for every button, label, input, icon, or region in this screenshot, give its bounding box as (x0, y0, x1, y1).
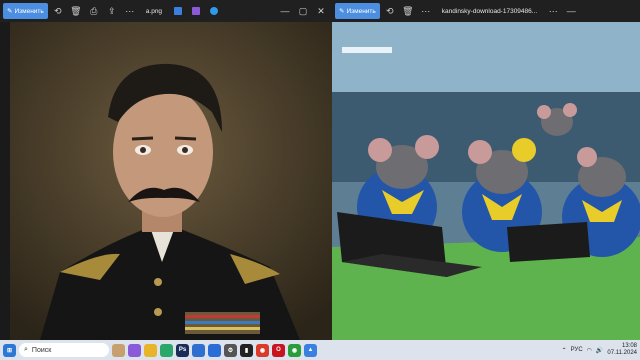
clock-time: 13:08 (621, 343, 637, 349)
volume-icon[interactable]: 🔊 (596, 347, 603, 354)
delete-icon[interactable]: 🗑 (68, 3, 84, 19)
photos-window-right: ✎ Изменить ⟲ 🗑 ⋯ kandinsky-download-1730… (332, 0, 640, 340)
search-icon: ⌕ (24, 346, 28, 353)
delete-icon[interactable]: 🗑 (400, 3, 416, 19)
maximize-icon[interactable]: ▢ (295, 3, 311, 19)
rotate-icon[interactable]: ⟲ (382, 3, 398, 19)
image-viewer-left[interactable] (0, 22, 332, 340)
more-icon[interactable]: ⋯ (418, 3, 434, 19)
search-placeholder: Поиск (31, 346, 52, 354)
taskbar: ⊞ ⌕ Поиск Ps ⚙ ▮ ◉ O ◉ ▲ ⌃ РУС ◠ 🔊 13:08… (0, 340, 640, 360)
desktop: ✎ Изменить ⟲ 🗑 ⎙ ⇪ ⋯ a.png — ▢ ✕ ✎ Измен… (0, 0, 640, 360)
widget-icon[interactable] (112, 343, 125, 357)
edit-label-right: Изменить (346, 7, 376, 15)
file-name-right: kandinsky-download-17309486... (441, 7, 538, 15)
photos-toolbar-left: ✎ Изменить ⟲ 🗑 ⎙ ⇪ ⋯ a.png — ▢ ✕ (0, 0, 332, 22)
close-icon[interactable]: ✕ (313, 3, 329, 19)
print-icon[interactable]: ⎙ (86, 3, 102, 19)
minimize-icon[interactable]: — (563, 3, 579, 19)
photos-window-left: ✎ Изменить ⟲ 🗑 ⎙ ⇪ ⋯ a.png — ▢ ✕ (0, 0, 332, 340)
edit-pencil-icon: ✎ (7, 8, 13, 15)
copilot-icon[interactable] (128, 343, 141, 357)
photos-toolbar-right: ✎ Изменить ⟲ 🗑 ⋯ kandinsky-download-1730… (332, 0, 640, 22)
system-tray: ⌃ РУС ◠ 🔊 13:08 07.11.2024 (562, 343, 637, 357)
edit-label: Изменить (14, 7, 44, 15)
minimize-icon[interactable]: — (277, 3, 293, 19)
photoshop-icon[interactable]: Ps (176, 343, 189, 357)
edit-button-right[interactable]: ✎ Изменить (335, 3, 380, 19)
terminal-icon[interactable]: ▮ (240, 343, 253, 357)
rotate-icon[interactable]: ⟲ (50, 3, 66, 19)
clock-date: 07.11.2024 (607, 350, 637, 356)
clipchamp-icon[interactable] (188, 3, 204, 19)
more-icon-right[interactable]: ⋯ (545, 3, 561, 19)
wifi-icon[interactable]: ◠ (587, 347, 592, 354)
photos-icon[interactable]: ▲ (304, 343, 317, 357)
search-box[interactable]: ⌕ Поиск (19, 343, 109, 357)
settings-icon[interactable]: ⚙ (224, 343, 237, 357)
more-icon[interactable]: ⋯ (122, 3, 138, 19)
onedrive-icon[interactable] (206, 3, 222, 19)
portrait-image (0, 22, 332, 340)
edit-image-icon[interactable] (170, 3, 186, 19)
edit-button[interactable]: ✎ Изменить (3, 3, 48, 19)
chevron-up-icon[interactable]: ⌃ (562, 347, 567, 354)
image-viewer-right[interactable] (332, 22, 640, 340)
rats-office-image (332, 22, 640, 340)
chrome2-icon[interactable]: ◉ (288, 343, 301, 357)
file-explorer-icon[interactable] (144, 343, 157, 357)
chrome-icon[interactable]: ◉ (256, 343, 269, 357)
language-indicator[interactable]: РУС (571, 347, 583, 353)
store-icon[interactable] (192, 343, 205, 357)
edge-icon[interactable] (160, 343, 173, 357)
share-icon[interactable]: ⇪ (104, 3, 120, 19)
mail-icon[interactable] (208, 343, 221, 357)
opera-icon[interactable]: O (272, 343, 285, 357)
clock[interactable]: 13:08 07.11.2024 (607, 343, 637, 357)
edit-pencil-icon: ✎ (339, 8, 345, 15)
start-icon[interactable]: ⊞ (3, 343, 16, 357)
file-name: a.png (145, 7, 163, 15)
